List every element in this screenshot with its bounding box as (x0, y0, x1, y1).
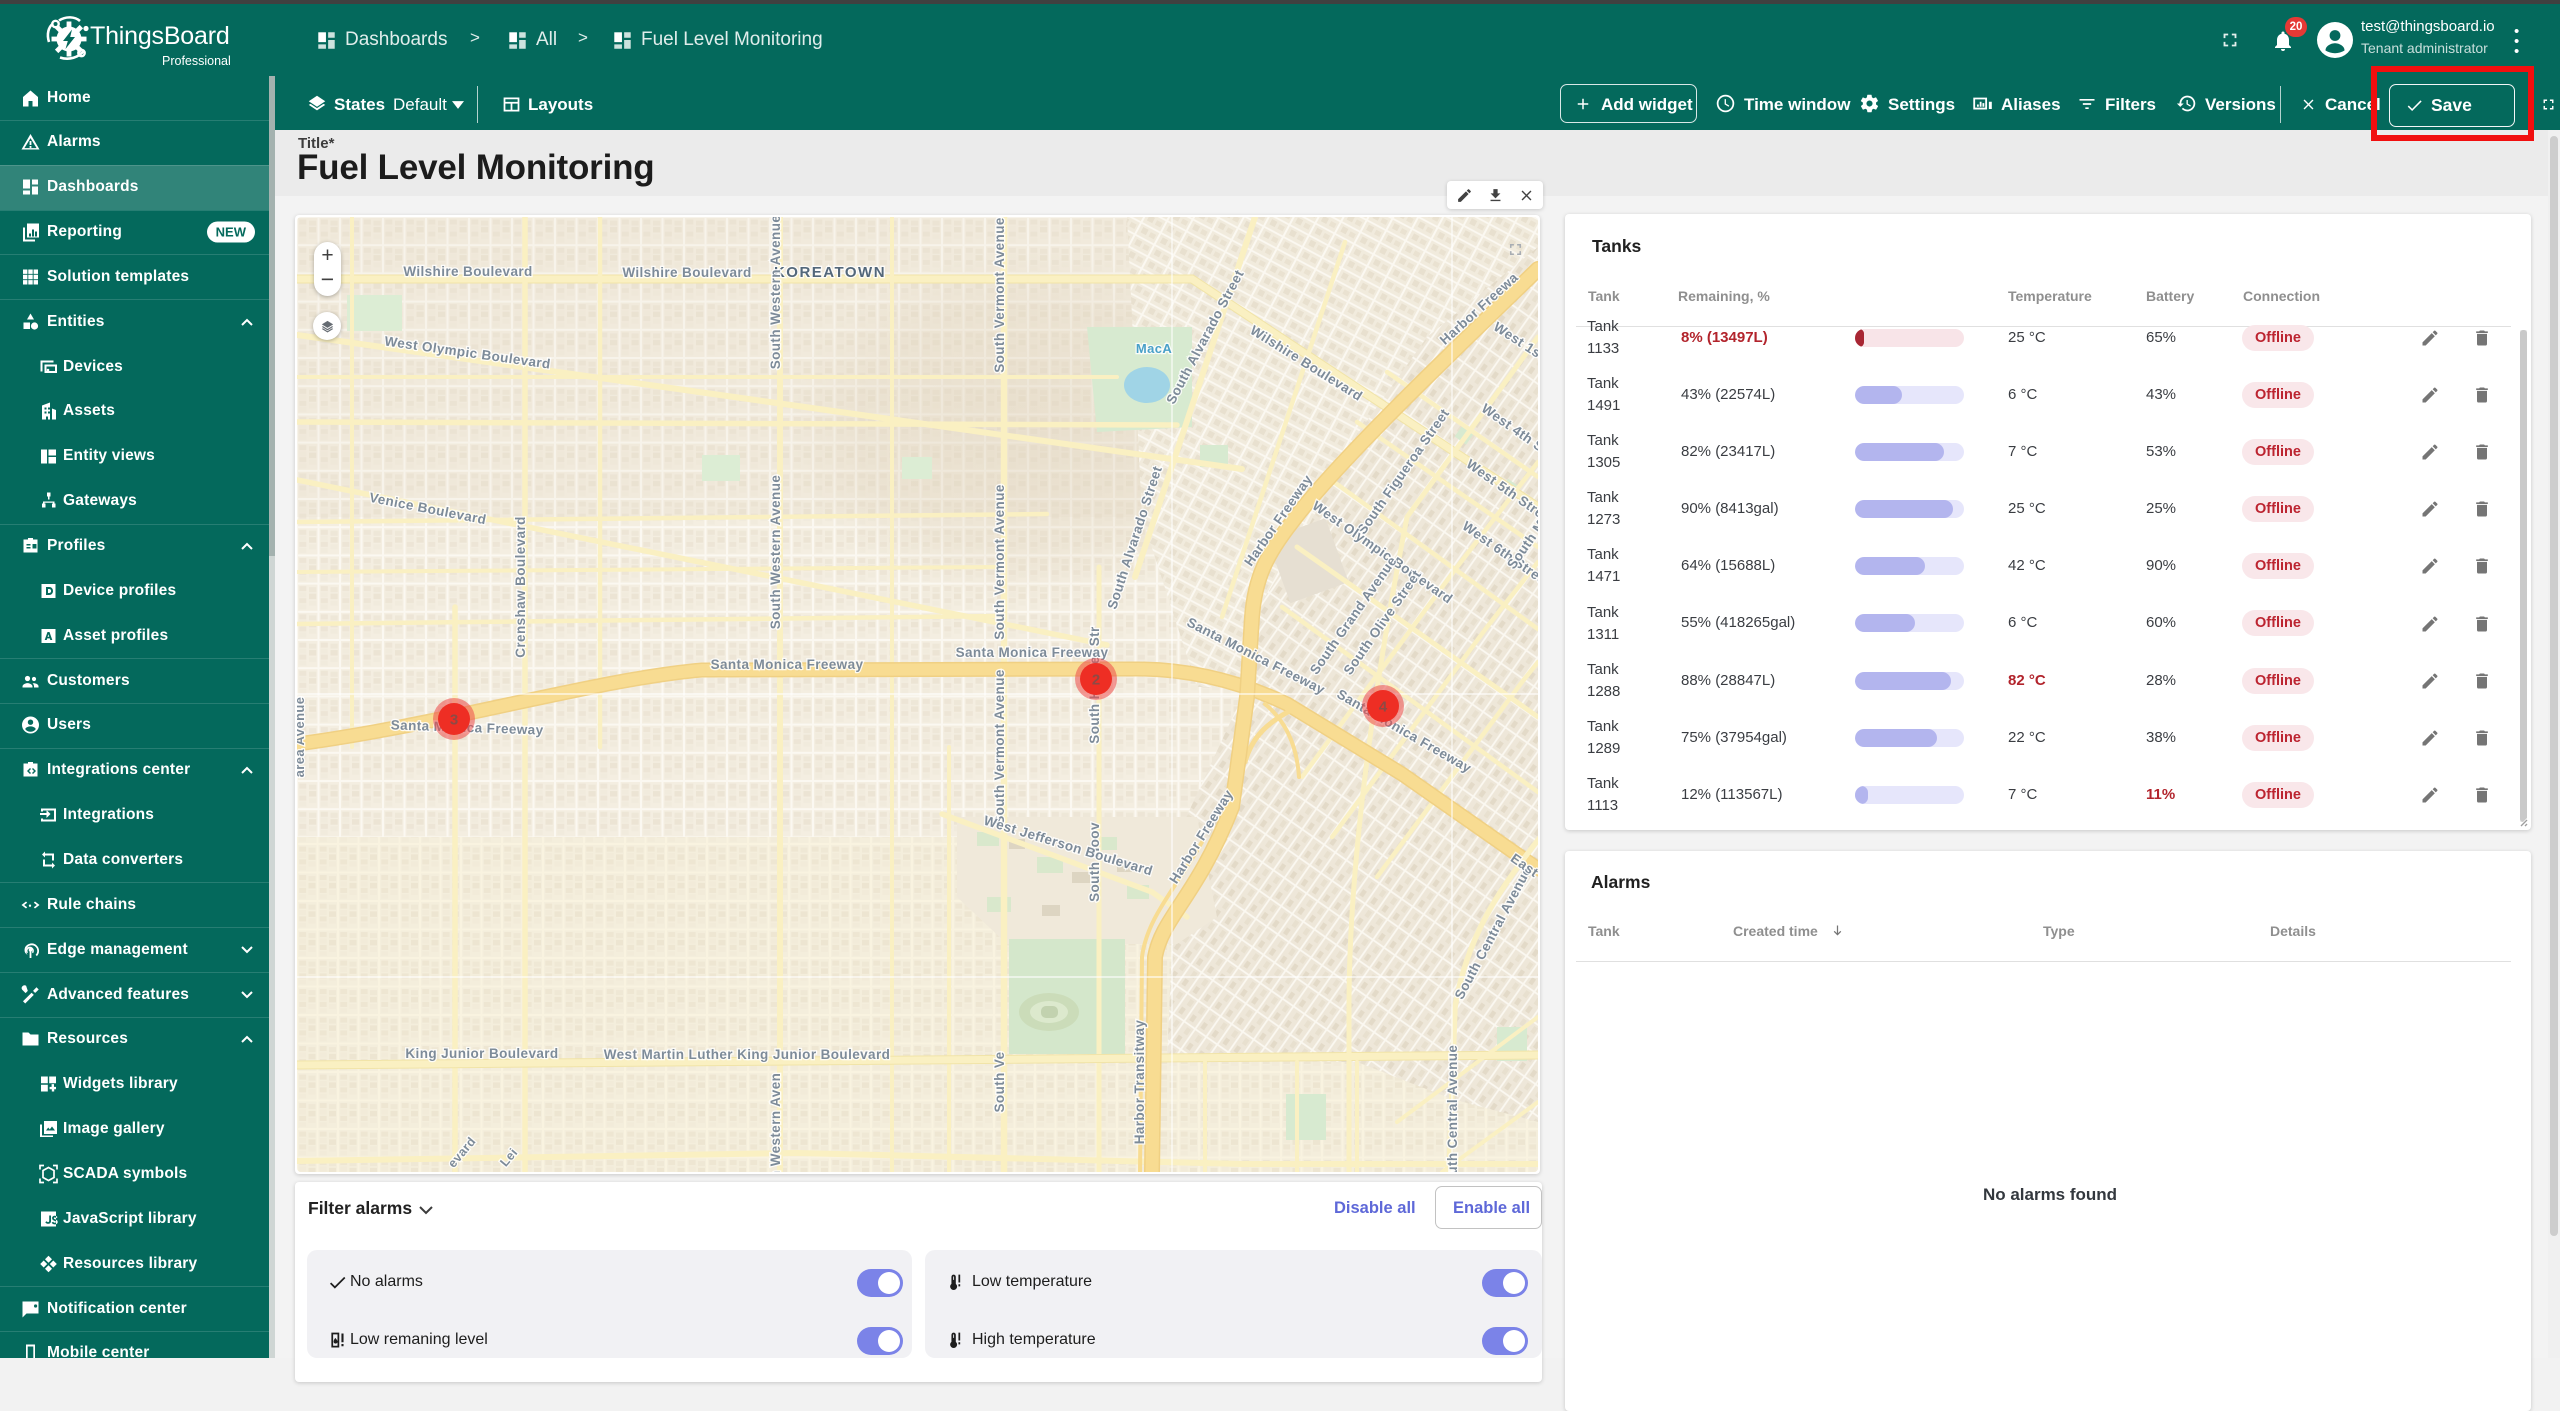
svg-text:outh Western Aven: outh Western Aven (768, 1073, 783, 1172)
svg-text:3: 3 (450, 712, 458, 729)
svg-text:Santa Monica Freeway: Santa Monica Freeway (956, 645, 1109, 660)
svg-text:area Avenue: area Avenue (297, 697, 307, 778)
svg-text:Wilshire Boulevard: Wilshire Boulevard (403, 264, 532, 279)
svg-text:Harbor Transitway: Harbor Transitway (1132, 1020, 1147, 1145)
svg-text:King Junior Boulevard: King Junior Boulevard (405, 1046, 558, 1061)
svg-text:South Western Avenue: South Western Avenue (768, 217, 783, 369)
svg-text:4: 4 (1379, 699, 1388, 716)
svg-text:West Martin Luther King Junior: West Martin Luther King Junior Boulevard (604, 1047, 891, 1062)
svg-text:2: 2 (1092, 672, 1100, 689)
svg-text:Crenshaw Boulevard: Crenshaw Boulevard (513, 516, 528, 658)
svg-text:Wilshire Boulevard: Wilshire Boulevard (622, 265, 751, 280)
svg-text:KOREATOWN: KOREATOWN (774, 264, 886, 281)
svg-text:South Vermont Avenue: South Vermont Avenue (992, 484, 1007, 640)
svg-text:South Western Avenue: South Western Avenue (768, 475, 783, 630)
svg-text:Santa Monica Freeway: Santa Monica Freeway (711, 657, 864, 672)
svg-text:South Vermont Avenue: South Vermont Avenue (992, 669, 1007, 825)
svg-text:MacA: MacA (1136, 341, 1172, 356)
svg-text:South Vermont Avenue: South Vermont Avenue (992, 217, 1007, 373)
svg-text:South Ve: South Ve (992, 1051, 1007, 1112)
svg-text:outh Central Avenue: outh Central Avenue (1445, 1045, 1460, 1172)
